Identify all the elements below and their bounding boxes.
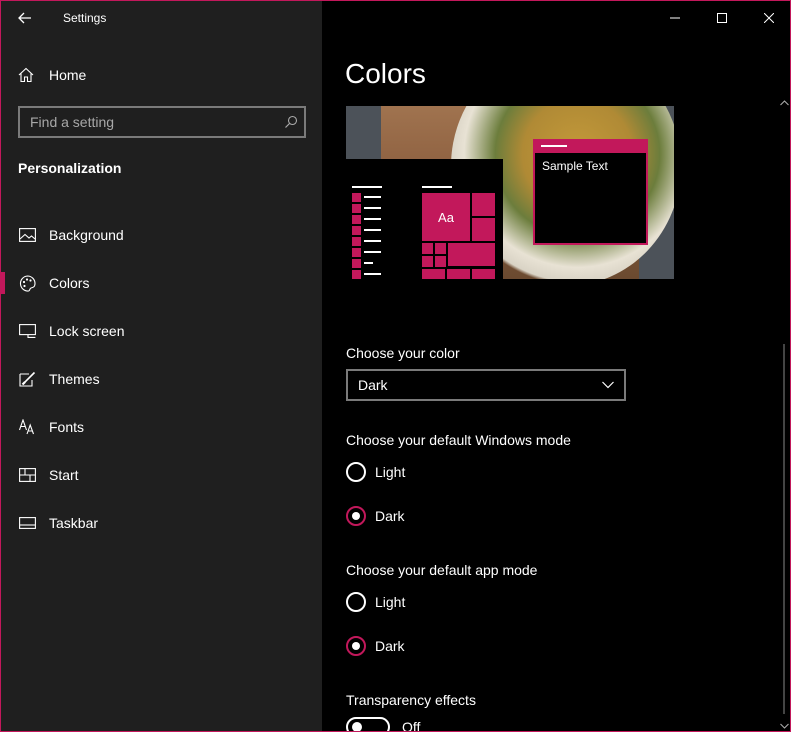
search-box[interactable] [18, 106, 306, 138]
sidebar-item-label: Start [49, 467, 79, 483]
preview-app-row [352, 258, 381, 268]
radio-label: Light [375, 594, 406, 610]
preview-menu-line [352, 186, 382, 188]
palette-icon [18, 274, 36, 292]
toggle-track[interactable] [346, 717, 390, 731]
sidebar-item-fonts[interactable]: Fonts [1, 403, 322, 451]
start-icon [18, 466, 36, 484]
preview-tile [472, 218, 495, 241]
preview-app-row [352, 236, 381, 246]
maximize-button[interactable] [698, 1, 745, 35]
choose-color-dropdown[interactable]: Dark [346, 369, 626, 401]
scrollbar[interactable] [776, 96, 790, 731]
search-icon[interactable] [278, 115, 304, 129]
back-arrow-icon [18, 12, 31, 24]
radio-label: Dark [375, 638, 405, 654]
lock-screen-icon [18, 322, 36, 340]
color-preview: Aa Sample Text [346, 106, 674, 279]
choose-color-value: Dark [358, 377, 388, 393]
sidebar: Settings Home Personalization [1, 1, 322, 731]
sidebar-item-colors[interactable]: Colors [1, 259, 322, 307]
scroll-thumb[interactable] [783, 344, 785, 714]
toggle-knob [352, 722, 362, 731]
sidebar-item-label: Lock screen [49, 323, 125, 339]
sidebar-item-label: Background [49, 227, 124, 243]
minimize-icon [669, 17, 680, 19]
preview-tile [435, 256, 446, 267]
preview-tiles-line [422, 186, 452, 188]
preview-tile [447, 269, 470, 279]
home-label: Home [49, 67, 87, 83]
home-link[interactable]: Home [17, 63, 86, 87]
sidebar-item-lock-screen[interactable]: Lock screen [1, 307, 322, 355]
preview-tile [435, 243, 446, 254]
preview-tile [472, 193, 495, 216]
close-button[interactable] [745, 1, 790, 35]
sidebar-item-themes[interactable]: Themes [1, 355, 322, 403]
fonts-icon [18, 418, 36, 436]
toggle-state-label: Off [402, 719, 421, 732]
transparency-label: Transparency effects [346, 692, 476, 708]
preview-tile [422, 269, 445, 279]
preview-tile [422, 256, 433, 267]
close-icon [763, 13, 774, 23]
sidebar-item-label: Themes [49, 371, 100, 387]
preview-start-menu: Aa [346, 159, 503, 279]
app-mode-label: Choose your default app mode [346, 562, 538, 578]
taskbar-icon [18, 514, 36, 532]
chevron-down-icon [602, 381, 614, 389]
preview-sample-text: Sample Text [542, 159, 608, 173]
preview-app-row [352, 225, 381, 235]
sidebar-item-label: Fonts [49, 419, 85, 435]
preview-sample-window: Sample Text [533, 139, 648, 245]
themes-brush-icon [18, 370, 36, 388]
preview-app-list [352, 192, 381, 279]
choose-color-label: Choose your color [346, 345, 460, 361]
radio-circle[interactable] [346, 636, 366, 656]
app-mode-light-radio[interactable]: Light [346, 591, 405, 613]
app-title: Settings [63, 11, 107, 25]
radio-circle[interactable] [346, 506, 366, 526]
minimize-button[interactable] [651, 1, 698, 35]
main-content: Colors Aa Sample Text Choose your color … [322, 1, 790, 732]
radio-circle[interactable] [346, 592, 366, 612]
sidebar-item-background[interactable]: Background [1, 211, 322, 259]
transparency-toggle[interactable]: Off [346, 717, 421, 732]
search-input[interactable] [20, 114, 278, 130]
radio-circle[interactable] [346, 462, 366, 482]
window-controls [651, 1, 790, 35]
home-icon [18, 67, 34, 83]
scroll-up-icon[interactable] [776, 96, 790, 110]
sidebar-item-taskbar[interactable]: Taskbar [1, 499, 322, 547]
maximize-icon [716, 13, 727, 23]
sidebar-nav: Background Colors Lock screen Themes Fon… [1, 211, 322, 547]
preview-tile [448, 243, 495, 266]
app-mode-dark-radio[interactable]: Dark [346, 635, 405, 657]
windows-mode-light-radio[interactable]: Light [346, 461, 405, 483]
preview-app-row [352, 269, 381, 279]
sidebar-item-label: Taskbar [49, 515, 99, 531]
page-title: Colors [345, 58, 426, 89]
preview-window-titlebar-line [541, 145, 567, 147]
section-title: Personalization [18, 160, 122, 176]
picture-icon [18, 226, 36, 244]
preview-tile-aa: Aa [422, 193, 470, 241]
scroll-down-icon[interactable] [776, 719, 790, 731]
preview-app-row [352, 214, 381, 224]
back-button[interactable] [13, 7, 37, 29]
preview-tile [422, 243, 433, 254]
preview-app-row [352, 192, 381, 202]
windows-mode-dark-radio[interactable]: Dark [346, 505, 405, 527]
title-bar: Settings [1, 1, 322, 35]
radio-label: Dark [375, 508, 405, 524]
preview-app-row [352, 203, 381, 213]
preview-tile [472, 269, 495, 279]
sidebar-item-label: Colors [49, 275, 90, 291]
preview-app-row [352, 247, 381, 257]
radio-label: Light [375, 464, 406, 480]
windows-mode-label: Choose your default Windows mode [346, 432, 571, 448]
settings-window: Settings Home Personalization [0, 0, 791, 732]
sidebar-item-start[interactable]: Start [1, 451, 322, 499]
